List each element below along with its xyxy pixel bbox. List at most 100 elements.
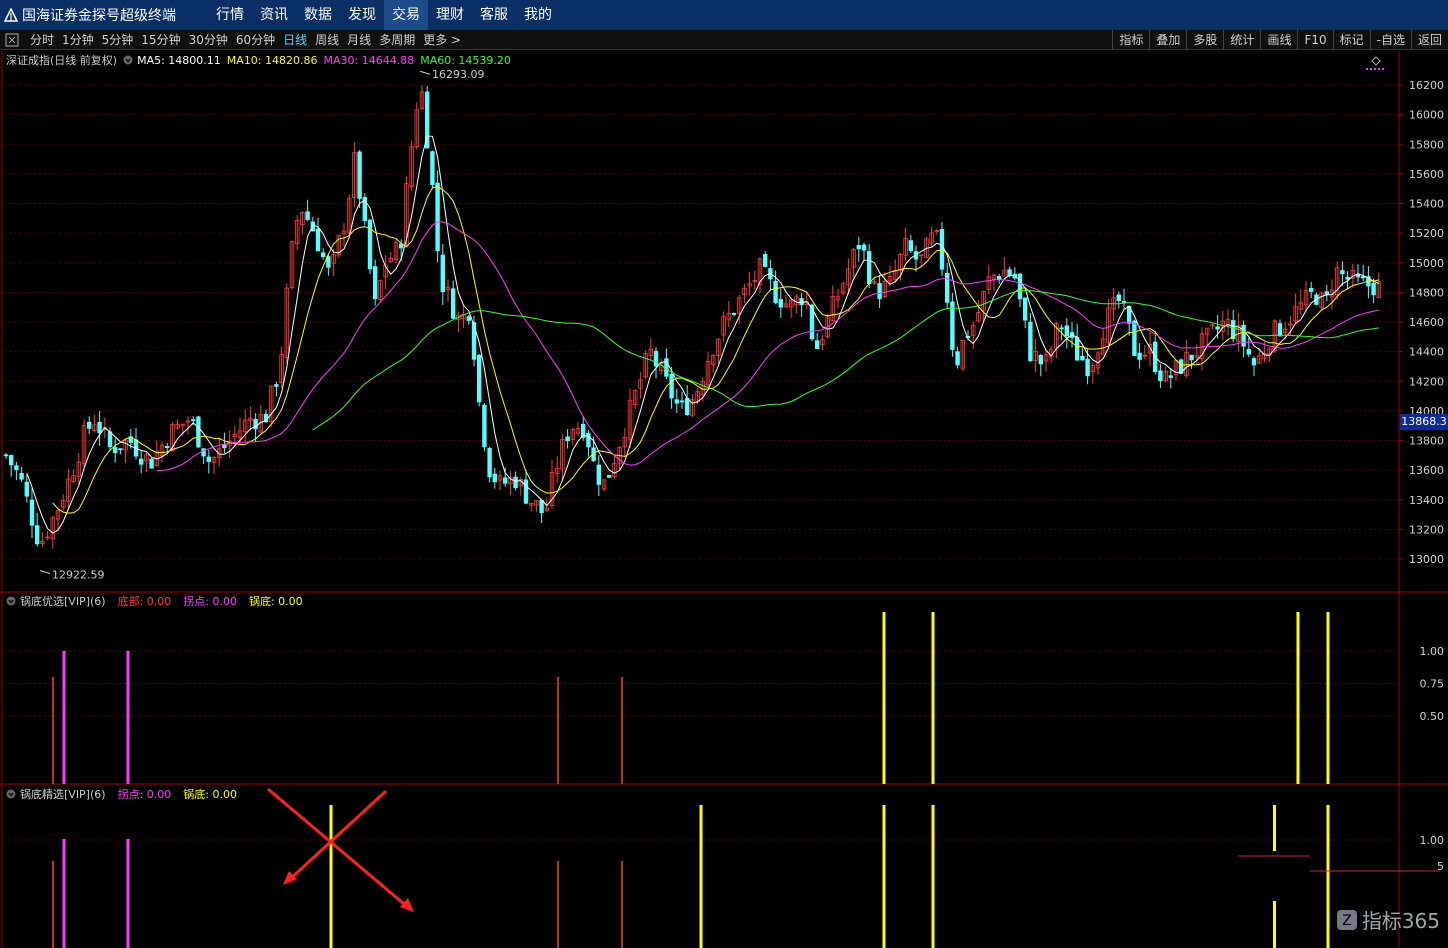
period-tab-1[interactable]: 1分钟 bbox=[58, 31, 98, 48]
chevron-down-icon[interactable] bbox=[6, 789, 16, 799]
signal-bar bbox=[1326, 612, 1330, 784]
nav-item-1[interactable]: 资讯 bbox=[252, 0, 296, 30]
toolbar-button-8[interactable]: 返回 bbox=[1410, 30, 1448, 50]
candle-body bbox=[653, 350, 659, 367]
panel1-title: 锅底优选[VIP](6) bbox=[20, 595, 106, 608]
candle-body bbox=[149, 458, 154, 469]
nav-item-5[interactable]: 理财 bbox=[428, 0, 472, 30]
period-tab-7[interactable]: 周线 bbox=[311, 31, 343, 48]
candle-body bbox=[799, 298, 804, 306]
candle-body bbox=[1064, 325, 1069, 337]
nav-item-3[interactable]: 发现 bbox=[340, 0, 384, 30]
period-tab-5[interactable]: 60分钟 bbox=[232, 31, 279, 48]
period-tab-6[interactable]: 日线 bbox=[279, 31, 311, 48]
candle-body bbox=[367, 219, 373, 270]
candle-body bbox=[867, 251, 872, 284]
candle-body bbox=[607, 474, 612, 478]
candle-body bbox=[856, 245, 861, 250]
candle-body bbox=[492, 473, 497, 483]
main-nav: 行情 资讯 数据 发现 交易 理财 客服 我的 bbox=[208, 0, 560, 30]
candle-body bbox=[815, 340, 820, 350]
candle-body bbox=[372, 266, 378, 299]
nav-item-0[interactable]: 行情 bbox=[208, 0, 252, 30]
candle-body bbox=[1007, 269, 1012, 276]
candle-body bbox=[997, 276, 1002, 280]
candle-body bbox=[539, 499, 544, 513]
period-tab-0[interactable]: 分时 bbox=[26, 31, 58, 48]
y-tick-label: 1.00 bbox=[1420, 834, 1445, 847]
candle-body bbox=[206, 456, 211, 462]
candle-body bbox=[1137, 352, 1142, 360]
period-tab-2[interactable]: 5分钟 bbox=[98, 31, 138, 48]
candle-body bbox=[1189, 354, 1194, 361]
candle-body bbox=[118, 448, 123, 451]
candle-body bbox=[315, 228, 321, 252]
y-tick-label: 13400 bbox=[1409, 494, 1444, 507]
diamond-icon bbox=[1371, 56, 1381, 66]
panel1-legend: 锅底优选[VIP](6) 底部: 0.00 拐点: 0.00 锅底: 0.00 bbox=[6, 593, 315, 609]
chevron-down-icon[interactable] bbox=[123, 55, 133, 65]
panel2-values: 拐点: 0.00 锅底: 0.00 bbox=[112, 786, 243, 802]
period-tab-3[interactable]: 15分钟 bbox=[137, 31, 184, 48]
candle-body bbox=[908, 240, 913, 252]
watermark-logo-icon: Z bbox=[1336, 909, 1357, 930]
nav-item-6[interactable]: 客服 bbox=[472, 0, 516, 30]
candle-body bbox=[861, 244, 867, 251]
candle-body bbox=[1121, 300, 1127, 303]
toolbar-button-5[interactable]: F10 bbox=[1297, 30, 1332, 50]
candle-body bbox=[674, 399, 679, 404]
toolbar-button-6[interactable]: 标记 bbox=[1332, 30, 1370, 50]
candle-body bbox=[357, 151, 362, 199]
candle-body bbox=[450, 288, 456, 319]
candle-body bbox=[440, 254, 445, 293]
signal-bar bbox=[126, 651, 130, 784]
nav-item-2[interactable]: 数据 bbox=[296, 0, 340, 30]
annotation-arrow bbox=[286, 789, 388, 883]
kline-chart[interactable]: 16200 16000 15800 15600 15400 15200 15000 14800… bbox=[0, 51, 1448, 948]
candle-body bbox=[35, 525, 40, 545]
arrowhead bbox=[400, 898, 414, 912]
period-tab-4[interactable]: 30分钟 bbox=[185, 31, 232, 48]
signal-bar bbox=[699, 805, 703, 948]
toolbar-button-1[interactable]: 叠加 bbox=[1149, 30, 1186, 50]
y-tick-label: 14200 bbox=[1409, 375, 1444, 388]
signal-bar bbox=[1273, 805, 1276, 851]
candle-body bbox=[513, 476, 518, 489]
toolbar-button-3[interactable]: 统计 bbox=[1223, 30, 1260, 50]
signal-bar bbox=[931, 612, 935, 784]
toolbar-button-7[interactable]: -自选 bbox=[1369, 30, 1411, 50]
indicator-value: 锅底: 0.00 bbox=[248, 595, 303, 608]
toolbar-button-0[interactable]: 指标 bbox=[1112, 30, 1149, 50]
candle-body bbox=[502, 477, 508, 484]
candle-body bbox=[955, 351, 960, 366]
main-chart-title: 深证成指(日线 前复权) bbox=[6, 54, 118, 67]
y-tick-label: 14600 bbox=[1409, 316, 1444, 329]
nav-item-7[interactable]: 我的 bbox=[516, 0, 560, 30]
period-tab-9[interactable]: 多周期 bbox=[375, 31, 419, 48]
period-tab-8[interactable]: 月线 bbox=[343, 31, 375, 48]
panel-toggle-icon[interactable] bbox=[4, 32, 20, 48]
period-tabs: 分时 1分钟 5分钟 15分钟 30分钟 60分钟 日线 周线 月线 多周期 更多 > bbox=[26, 31, 465, 48]
annotation-arrow bbox=[267, 787, 411, 911]
candle-body bbox=[596, 464, 601, 485]
candle-body bbox=[87, 421, 92, 429]
high-label: 16293.09 bbox=[432, 68, 485, 81]
y-tick-label: 16200 bbox=[1409, 79, 1444, 92]
ma30-line bbox=[156, 221, 1379, 472]
chevron-down-icon[interactable] bbox=[6, 596, 16, 606]
candle-body bbox=[1215, 326, 1220, 330]
toolbar-button-2[interactable]: 多股 bbox=[1186, 30, 1223, 50]
candle-body bbox=[1038, 354, 1043, 365]
candle-body bbox=[113, 447, 118, 454]
signal-bar bbox=[52, 861, 54, 948]
candle-body bbox=[1132, 320, 1137, 356]
candle-body bbox=[565, 436, 570, 442]
candle-body bbox=[1059, 327, 1064, 330]
watermark-text: 指标365 bbox=[1361, 909, 1440, 933]
nav-item-4[interactable]: 交易 bbox=[384, 0, 428, 30]
indicator-value: 底部: 0.00 bbox=[117, 595, 172, 608]
candle-body bbox=[877, 283, 882, 300]
toolbar-button-4[interactable]: 画线 bbox=[1260, 30, 1297, 50]
period-tab-10[interactable]: 更多 > bbox=[419, 31, 465, 48]
y-tick-label: 15600 bbox=[1409, 168, 1444, 181]
